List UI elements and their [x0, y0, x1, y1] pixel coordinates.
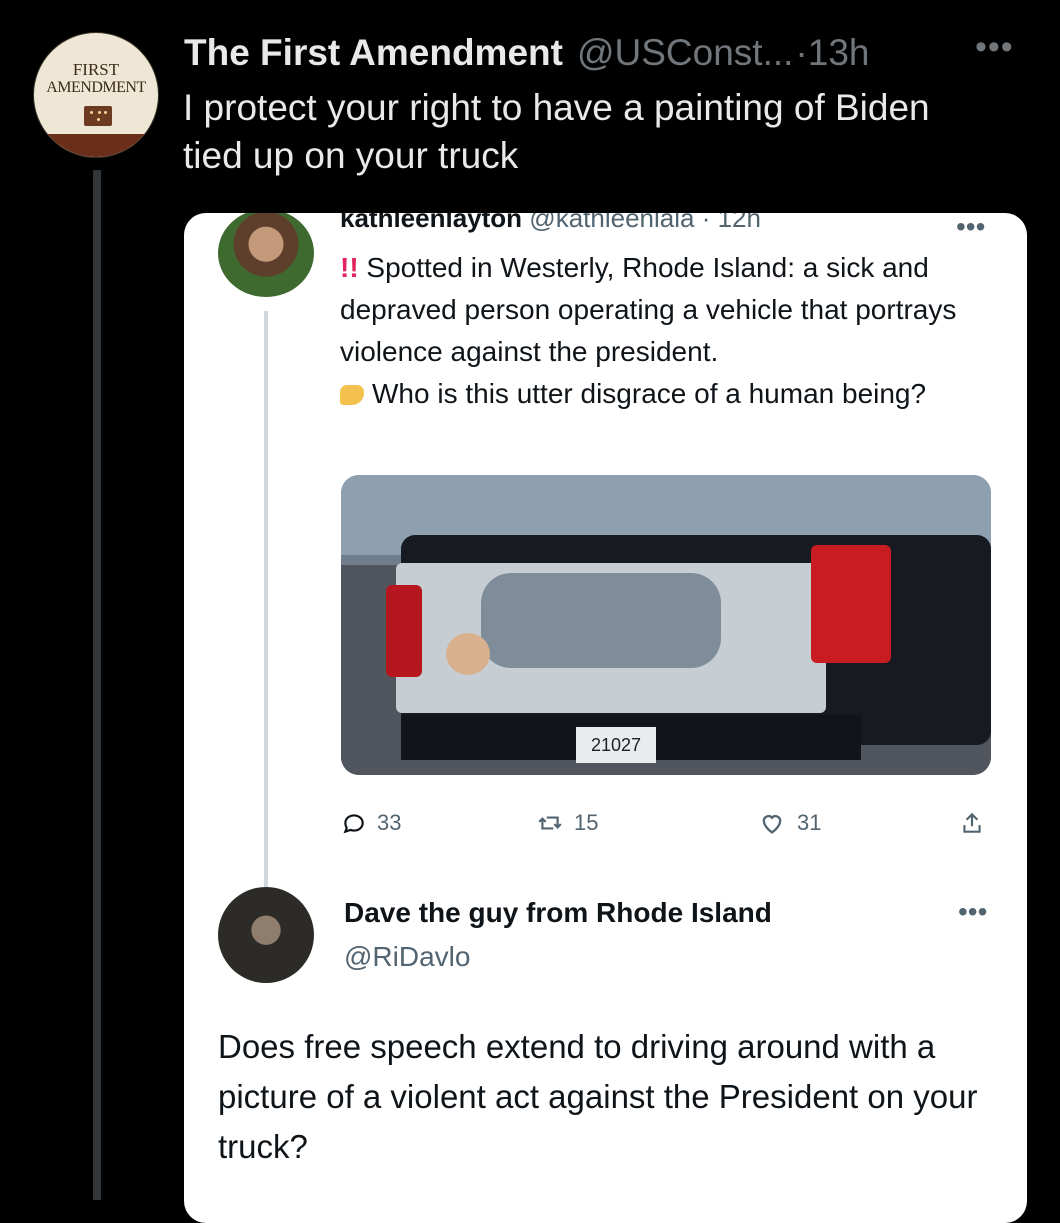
quoted-more-icon[interactable]: •••	[956, 213, 985, 243]
quoted-author-row: kathleenlayton @kathleenlala · 12h	[340, 213, 761, 234]
reply-count: 33	[377, 810, 402, 835]
avatar-text-first: FIRST	[72, 60, 120, 79]
reply-author-name[interactable]: Dave the guy from Rhode Island	[344, 897, 772, 929]
truck-photo[interactable]: 21027	[341, 475, 991, 775]
building-icon	[84, 106, 112, 126]
reply-more-icon[interactable]: •••	[958, 896, 987, 928]
reply-action[interactable]: 33	[341, 809, 401, 837]
quoted-time[interactable]: · 12h	[694, 213, 761, 233]
heart-icon	[762, 815, 782, 834]
reply-thread-line	[264, 311, 268, 901]
retweet-count: 15	[574, 810, 599, 835]
tweet-time[interactable]: ·13h	[795, 32, 869, 74]
painted-figure	[481, 573, 721, 668]
author-name[interactable]: The First Amendment	[184, 32, 563, 74]
avatar-base	[34, 134, 158, 157]
quoted-author-handle[interactable]: @kathleenlala	[529, 213, 694, 233]
quoted-author-name[interactable]: kathleenlayton	[340, 213, 522, 233]
reply-text: Does free speech extend to driving aroun…	[218, 1028, 978, 1165]
quoted-author-avatar[interactable]	[218, 213, 314, 297]
quoted-text: !! Spotted in Westerly, Rhode Island: a …	[340, 247, 990, 415]
tail-light-left	[386, 585, 422, 677]
reply-author-handle[interactable]: @RiDavlo	[344, 941, 470, 973]
author-avatar[interactable]: FIRST AMENDMENT	[33, 32, 159, 158]
retweet-icon	[538, 816, 562, 830]
more-options-icon[interactable]: •••	[975, 28, 1014, 67]
retweet-action[interactable]: 15	[536, 809, 598, 837]
reply-icon	[343, 814, 364, 834]
pointing-down-icon	[340, 385, 364, 405]
quoted-text-line2: Who is this utter disgrace of a human be…	[372, 378, 927, 409]
avatar-text-amendment: AMENDMENT	[46, 79, 146, 96]
license-plate: 21027	[576, 727, 656, 763]
quoted-text-line1: Spotted in Westerly, Rhode Island: a sic…	[340, 252, 957, 367]
tweet-text: I protect your right to have a painting …	[183, 87, 930, 176]
share-action[interactable]	[959, 809, 995, 837]
painted-head	[446, 633, 490, 675]
double-exclamation-icon: !!	[340, 252, 359, 283]
author-handle[interactable]: @USConst...	[577, 32, 793, 74]
like-count: 31	[797, 810, 822, 835]
tail-light-right	[811, 545, 891, 663]
share-icon	[963, 812, 981, 833]
screenshot-card: kathleenlayton @kathleenlala · 12h ••• !…	[184, 213, 1027, 1223]
reply-author-avatar[interactable]	[218, 887, 314, 983]
thread-line	[93, 170, 101, 1200]
tweet-header: The First Amendment @USConst... ·13h	[184, 30, 869, 76]
like-action[interactable]: 31	[757, 809, 821, 837]
